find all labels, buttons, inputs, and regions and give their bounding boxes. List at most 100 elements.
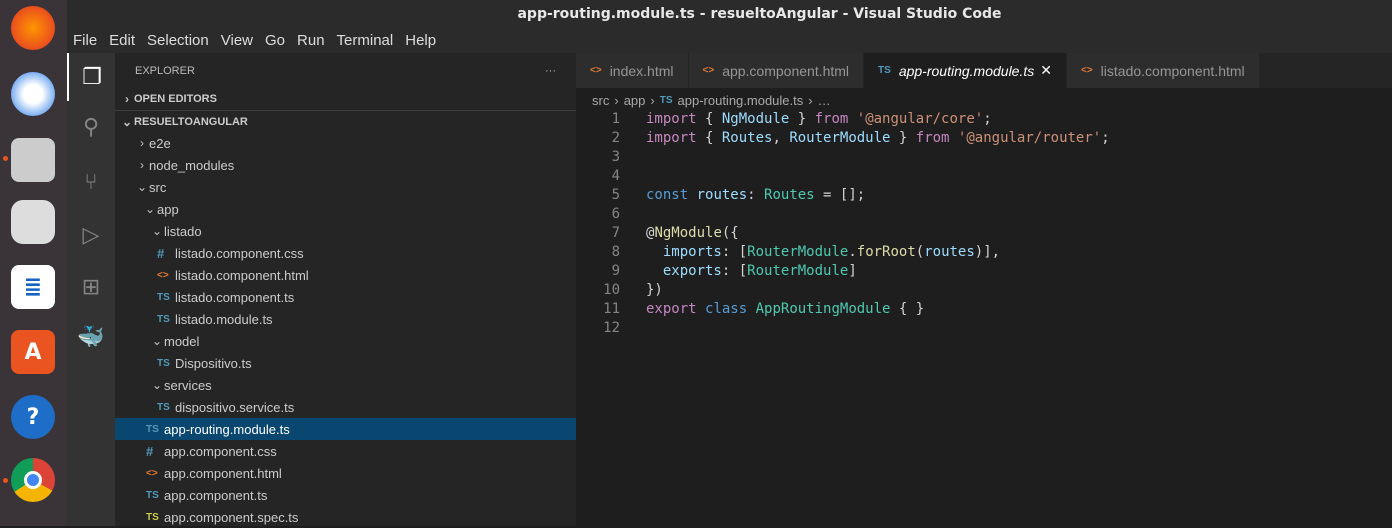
code-token: from: [915, 129, 950, 146]
html-file-icon: <>: [146, 467, 158, 479]
menu-run[interactable]: Run: [291, 32, 331, 49]
ubuntu-dock: ≣ A ?: [0, 0, 67, 526]
code-line: 6: [576, 204, 1392, 223]
code-line: 9 exports: [RouterModule]: [576, 261, 1392, 280]
line-number: 1: [611, 110, 620, 127]
file-item[interactable]: TS dispositivo.service.ts: [115, 396, 576, 418]
code-token: : [: [721, 262, 748, 279]
breadcrumb-item[interactable]: …: [818, 93, 831, 108]
open-editors-section[interactable]: › OPEN EDITORS: [115, 88, 576, 110]
code-line: 2 import { Routes, RouterModule } from '@…: [576, 128, 1392, 147]
run-debug-icon[interactable]: ▷: [67, 211, 115, 259]
file-item[interactable]: TS Dispositivo.ts: [115, 352, 576, 374]
file-item[interactable]: TS listado.module.ts: [115, 308, 576, 330]
thunderbird-icon[interactable]: [11, 72, 55, 116]
code-token: from: [814, 110, 849, 127]
explorer-title: EXPLORER: [135, 64, 195, 77]
folder-item[interactable]: ⌄ services: [115, 374, 576, 396]
file-item[interactable]: TS listado.component.ts: [115, 286, 576, 308]
explorer-icon[interactable]: ❐: [67, 53, 115, 101]
ts-file-icon: TS: [157, 357, 170, 369]
tab-app-routing-module-ts[interactable]: TS app-routing.module.ts ✕: [864, 53, 1067, 88]
close-icon[interactable]: ✕: [1040, 62, 1052, 79]
spec-file-icon: TS: [146, 511, 159, 523]
tab-app-component-html[interactable]: <> app.component.html: [688, 53, 865, 88]
code-line: 5 const routes: Routes = [];: [576, 185, 1392, 204]
code-token: exports: [662, 262, 722, 279]
file-label: e2e: [149, 135, 171, 151]
code-token: ,: [772, 129, 790, 146]
code-token: routes: [924, 243, 975, 260]
more-actions-button[interactable]: ···: [545, 65, 556, 77]
file-label: app.component.css: [164, 443, 277, 459]
code-token: import: [646, 110, 697, 127]
software-icon[interactable]: A: [11, 330, 55, 374]
extensions-icon[interactable]: ⊞: [67, 263, 115, 311]
file-item[interactable]: TS app.component.spec.ts: [115, 506, 576, 528]
file-item[interactable]: # listado.component.css: [115, 242, 576, 264]
code-token: :: [747, 186, 765, 203]
help-icon[interactable]: ?: [11, 395, 55, 439]
breadcrumb-item[interactable]: src: [592, 93, 609, 108]
file-item[interactable]: TS app-routing.module.ts: [115, 418, 576, 440]
line-number: 4: [611, 167, 620, 184]
file-item[interactable]: <> app.component.html: [115, 462, 576, 484]
menu-view[interactable]: View: [215, 32, 259, 49]
folder-item[interactable]: ⌄ app: [115, 198, 576, 220]
menu-go[interactable]: Go: [259, 32, 291, 49]
code-token: {: [696, 110, 722, 127]
code-token: NgModule: [721, 110, 790, 127]
writer-icon[interactable]: ≣: [11, 265, 55, 309]
file-item[interactable]: # app.component.css: [115, 440, 576, 462]
breadcrumb-item[interactable]: app-routing.module.ts: [678, 93, 804, 108]
tab-label: listado.component.html: [1100, 62, 1245, 79]
chevron-down-icon: ⌄: [136, 180, 148, 194]
tab-listado-component-html[interactable]: <> listado.component.html: [1066, 53, 1260, 88]
code-token: '@angular/core': [856, 110, 984, 127]
rhythmbox-icon[interactable]: [11, 200, 55, 244]
code-token: routes: [696, 186, 748, 203]
menu-file[interactable]: File: [67, 32, 103, 49]
breadcrumb-item[interactable]: app: [624, 93, 646, 108]
chrome-icon[interactable]: [11, 458, 55, 502]
code-line: 1 import { NgModule } from '@angular/core…: [576, 109, 1392, 128]
file-label: app.component.spec.ts: [164, 509, 299, 525]
window-title: app-routing.module.ts - resueltoAngular …: [67, 0, 1392, 28]
menu-terminal[interactable]: Terminal: [331, 32, 400, 49]
chevron-down-icon: ⌄: [144, 202, 156, 216]
file-item[interactable]: TS app.component.ts: [115, 484, 576, 506]
tab-label: index.html: [609, 62, 674, 79]
menu-help[interactable]: Help: [399, 32, 442, 49]
tab-index-html[interactable]: <> index.html: [576, 53, 689, 88]
file-label: model: [164, 333, 200, 349]
file-item[interactable]: <> listado.component.html: [115, 264, 576, 286]
folder-item[interactable]: › node_modules: [115, 154, 576, 176]
docker-icon[interactable]: 🐳: [67, 313, 115, 361]
file-label: Dispositivo.ts: [175, 355, 252, 371]
file-label: listado.module.ts: [175, 311, 273, 327]
files-icon[interactable]: [11, 138, 55, 182]
chevron-down-icon: ⌄: [151, 224, 163, 238]
folder-item[interactable]: ⌄ model: [115, 330, 576, 352]
menu-edit[interactable]: Edit: [103, 32, 141, 49]
menu-selection[interactable]: Selection: [141, 32, 215, 49]
firefox-icon[interactable]: [11, 6, 55, 50]
code-token: { }: [890, 300, 925, 317]
chevron-down-icon: ⌄: [151, 334, 163, 348]
source-control-icon[interactable]: ⑂: [67, 158, 115, 206]
code-editor[interactable]: 1 import { NgModule } from '@angular/core…: [576, 109, 1392, 337]
search-icon[interactable]: ⚲: [67, 103, 115, 151]
code-token: = [];: [814, 186, 866, 203]
project-section[interactable]: ⌄ RESUELTOANGULAR: [115, 110, 576, 132]
file-label: app: [157, 201, 179, 217]
folder-item[interactable]: ⌄ listado: [115, 220, 576, 242]
folder-item[interactable]: ⌄ src: [115, 176, 576, 198]
folder-item[interactable]: › e2e: [115, 132, 576, 154]
ts-file-icon: TS: [878, 65, 891, 76]
html-file-icon: <>: [1080, 65, 1093, 76]
